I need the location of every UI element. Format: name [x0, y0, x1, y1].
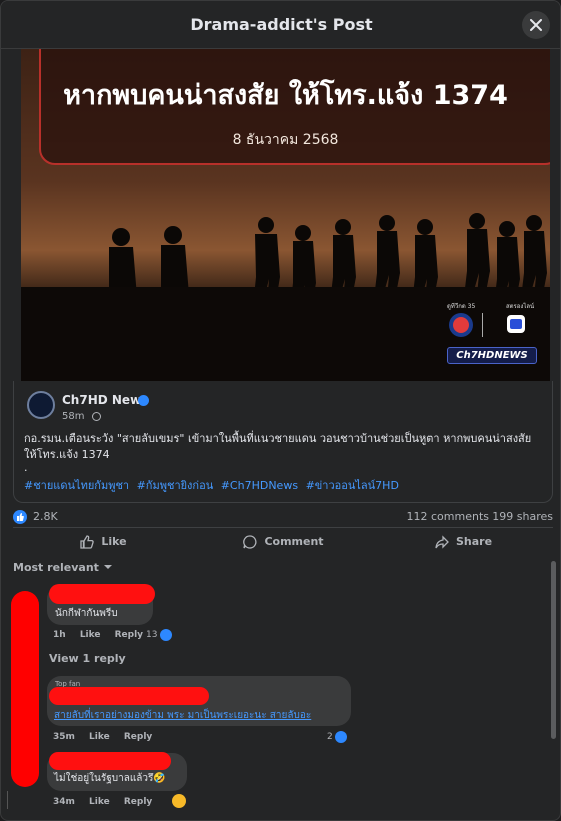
reaction-count[interactable]: 2.8K [33, 510, 58, 523]
shares-count[interactable]: 199 shares [492, 510, 553, 523]
audience-icon [92, 412, 101, 421]
chevron-down-icon [103, 565, 112, 569]
post-dialog: Drama-addict's Post หากพบคนน่าสงสัย ให้โ… [0, 0, 561, 821]
comment-text: นักกีฬากันพรีบ [55, 608, 118, 619]
channel-label-35: ดูทีวีกด 35 [447, 303, 476, 310]
comments-count[interactable]: 112 comments [407, 510, 489, 523]
share-button[interactable]: Share [373, 528, 553, 555]
redacted-username [49, 687, 209, 705]
hashtag-link[interactable]: #ชายแดนไทยกัมพูชา [24, 479, 129, 492]
comment-sort-dropdown[interactable]: Most relevant [13, 561, 113, 574]
reaction-summary: 2.8K 112 comments 199 shares [13, 507, 553, 527]
laugh-reaction-icon[interactable] [172, 794, 186, 808]
ch7-news-logo: Ch7HDNEWS [447, 347, 537, 364]
verified-badge-icon [138, 395, 149, 406]
hashtag-link[interactable]: #กัมพูชายิงก่อน [137, 479, 214, 492]
comment-button[interactable]: Comment [193, 528, 373, 555]
scrollbar[interactable] [551, 561, 556, 739]
comment-like-link[interactable]: Like [89, 797, 110, 807]
comment-time[interactable]: 34m [53, 797, 75, 807]
page-name[interactable]: Ch7HD News [62, 393, 148, 407]
redacted-avatars [11, 591, 39, 787]
like-reaction-icon[interactable] [160, 629, 172, 641]
share-label: Share [455, 535, 493, 548]
action-bar: Like Comment Share [13, 527, 553, 555]
comment-meta: 35m Like Reply [53, 732, 163, 742]
share-icon [435, 534, 449, 549]
image-headline: หากพบคนน่าสงสัย ให้โทร.แจ้ง 1374 [63, 80, 508, 111]
channel-label-online: สตรองไลน์ [506, 303, 535, 310]
hashtag-link[interactable]: #Ch7HDNews [221, 479, 298, 492]
image-date: 8 ธันวาคม 2568 [232, 132, 339, 148]
comment-time[interactable]: 1h [53, 630, 66, 640]
comment-text: ไม่ใช่อยู่ในรัฐบาลแล้วรึ🤣 [54, 773, 166, 784]
post-image[interactable]: หากพบคนน่าสงสัย ให้โทร.แจ้ง 1374 8 ธันวา… [21, 37, 550, 381]
close-icon [530, 19, 542, 31]
comment-reply-link[interactable]: Reply [124, 732, 152, 742]
dialog-title: Drama-addict's Post [190, 15, 373, 34]
post-text-dot: . [24, 461, 28, 474]
comment-text: สายลับที่เราอย่างมองข้าม พระ มาเป็นพระเย… [54, 710, 312, 721]
comment-reaction-count[interactable]: 13 [146, 630, 157, 640]
thumbs-up-icon [80, 534, 95, 549]
dialog-header: Drama-addict's Post [1, 1, 560, 49]
redacted-username [49, 584, 155, 604]
comment-like-link[interactable]: Like [80, 630, 101, 640]
comment-icon [243, 534, 257, 549]
shared-post-card[interactable]: Ch7HD News 58m กอ.รมน.เตือนระวัง "สายลับ… [13, 381, 553, 503]
post-text: กอ.รมน.เตือนระวัง "สายลับเขมร" เข้ามาในพ… [24, 432, 532, 461]
view-replies-link[interactable]: View 1 reply [49, 652, 126, 665]
comment-meta: 1h Like Reply [53, 630, 154, 640]
thread-line [7, 791, 17, 809]
like-reaction-icon[interactable] [335, 731, 347, 743]
comment-meta: 34m Like Reply [53, 797, 163, 807]
comment-reaction-count[interactable]: 2 [327, 732, 333, 742]
comment-time[interactable]: 35m [53, 732, 75, 742]
comment-label: Comment [264, 535, 324, 548]
comment-reply-link[interactable]: Reply [115, 630, 143, 640]
hashtag-link[interactable]: #ข่าวออนไลน์7HD [306, 479, 399, 492]
post-time[interactable]: 58m [62, 411, 84, 422]
close-button[interactable] [522, 11, 550, 39]
comment-reply-link[interactable]: Reply [124, 797, 152, 807]
hashtag-row: #ชายแดนไทยกัมพูชา #กัมพูชายิงก่อน #Ch7HD… [24, 476, 403, 494]
page-avatar[interactable] [27, 391, 55, 419]
like-label: Like [101, 535, 127, 548]
like-reaction-icon[interactable] [13, 510, 27, 524]
comment-like-link[interactable]: Like [89, 732, 110, 742]
sort-label: Most relevant [13, 561, 99, 574]
redacted-username [49, 752, 171, 770]
like-button[interactable]: Like [13, 528, 193, 555]
